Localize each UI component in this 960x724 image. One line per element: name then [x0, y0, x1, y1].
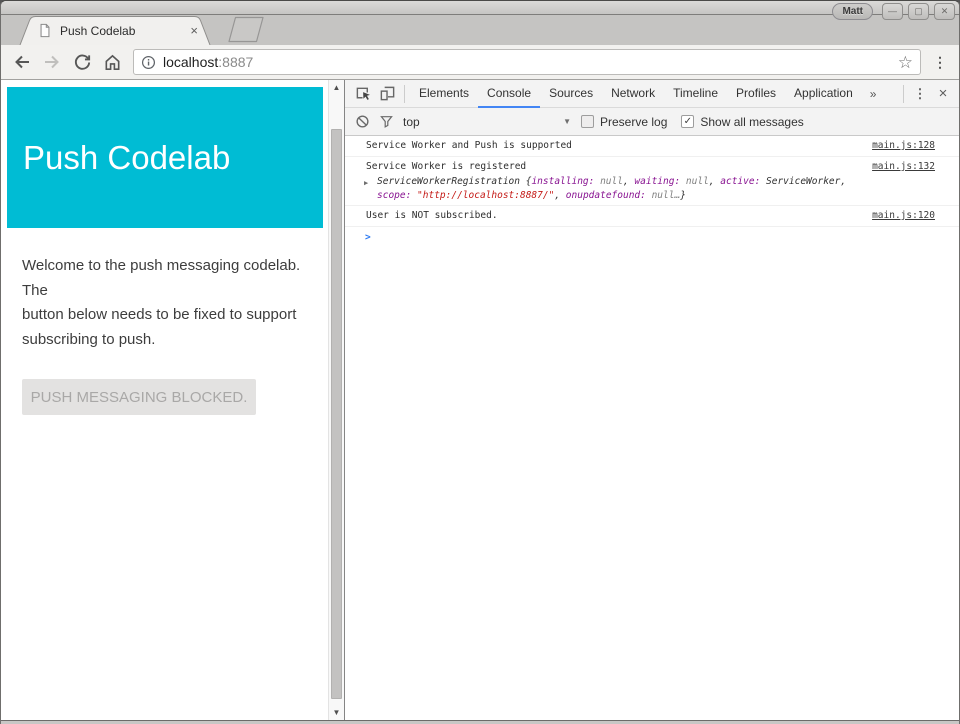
devtools-tab-sources[interactable]: Sources: [540, 80, 602, 108]
scrollbar-thumb[interactable]: [331, 129, 342, 699]
console-source-link[interactable]: main.js:120: [872, 209, 935, 223]
console-toolbar: top ▼ Preserve log ✓ Show all messages: [345, 108, 959, 136]
devtools-tabbar: ElementsConsoleSourcesNetworkTimelinePro…: [345, 80, 959, 108]
page-scrollbar[interactable]: ▲ ▼: [328, 80, 344, 720]
browser-window: Matt — ▢ ✕ Push Codelab ×: [0, 0, 960, 724]
bookmark-star-icon[interactable]: ☆: [898, 54, 913, 71]
window-controls: — ▢ ✕: [882, 3, 955, 20]
push-messaging-button[interactable]: PUSH MESSAGING BLOCKED.: [22, 379, 256, 415]
console-source-link[interactable]: main.js:132: [872, 160, 935, 174]
execution-context-selector[interactable]: top ▼: [403, 115, 571, 129]
object-preview-segment: installing:: [531, 176, 600, 187]
object-preview[interactable]: ▶ServiceWorkerRegistration {installing: …: [366, 175, 850, 202]
console-message-row: Service Worker is registered▶ServiceWork…: [345, 157, 959, 206]
console-message-list: Service Worker and Push is supported main…: [345, 136, 959, 227]
browser-toolbar: localhost :8887 ☆ ⋮: [1, 45, 959, 80]
console-pane[interactable]: Service Worker and Push is supported main…: [345, 136, 959, 720]
console-message-row: Service Worker and Push is supported main…: [345, 136, 959, 157]
inspect-element-icon[interactable]: [351, 82, 375, 106]
console-prompt-icon[interactable]: >: [345, 227, 959, 248]
devtools-tab-console[interactable]: Console: [478, 80, 540, 108]
page-header-banner: Push Codelab: [7, 87, 323, 228]
console-message-text: Service Worker is registered▶ServiceWork…: [366, 160, 860, 202]
toolbar-divider: [903, 85, 904, 103]
object-preview-segment: scope:: [377, 190, 417, 201]
devtools-tab-application[interactable]: Application: [785, 80, 862, 108]
checkbox-box[interactable]: [581, 115, 594, 128]
object-preview-segment: }: [680, 190, 686, 201]
minimize-button[interactable]: —: [882, 3, 903, 20]
new-tab-button[interactable]: [223, 16, 269, 43]
url-host: localhost: [163, 54, 218, 70]
devtools-tabbar-right: ⋮ ×: [898, 85, 955, 103]
window-content: Push Codelab Welcome to the push messagi…: [1, 80, 959, 720]
forward-button[interactable]: [39, 49, 65, 75]
address-bar[interactable]: localhost :8887 ☆: [133, 49, 921, 75]
browser-tab[interactable]: Push Codelab ×: [19, 16, 211, 45]
window-bottom-border: [1, 720, 959, 724]
checkbox-label: Preserve log: [600, 115, 667, 129]
devtools-tab-profiles[interactable]: Profiles: [727, 80, 785, 108]
expand-triangle-icon[interactable]: ▶: [364, 177, 368, 191]
clear-console-icon[interactable]: [355, 114, 370, 129]
devtools-panel: ElementsConsoleSourcesNetworkTimelinePro…: [344, 80, 959, 720]
filter-icon[interactable]: [380, 115, 393, 128]
object-preview-segment: waiting:: [634, 176, 685, 187]
scroll-up-icon[interactable]: ▲: [329, 83, 344, 92]
tab-content: Push Codelab ×: [19, 16, 211, 45]
devtools-menu-icon[interactable]: ⋮: [909, 86, 931, 102]
console-message-row: User is NOT subscribed. main.js:120: [345, 206, 959, 227]
back-button[interactable]: [9, 49, 35, 75]
page-doc-icon: [38, 23, 52, 38]
show-all-messages-checkbox[interactable]: ✓ Show all messages: [681, 115, 803, 129]
maximize-button[interactable]: ▢: [908, 3, 929, 20]
filter-checkboxes: Preserve log ✓ Show all messages: [581, 115, 804, 129]
titlebar: Matt — ▢ ✕: [1, 1, 959, 14]
url-port: :8887: [218, 54, 253, 70]
object-preview-segment: ,: [623, 176, 634, 187]
close-button[interactable]: ✕: [934, 3, 955, 20]
object-preview-segment: null…: [652, 190, 681, 201]
devtools-close-icon[interactable]: ×: [931, 85, 955, 102]
object-preview-segment: "http://localhost:8887/": [417, 190, 554, 201]
tab-title: Push Codelab: [60, 24, 182, 38]
chevron-down-icon: ▼: [563, 117, 571, 126]
home-button[interactable]: [99, 49, 125, 75]
page-info-icon[interactable]: [141, 55, 156, 70]
object-preview-segment: ServiceWorker,: [766, 176, 846, 187]
device-toolbar-icon[interactable]: [375, 82, 399, 106]
object-preview-segment: ,: [554, 190, 565, 201]
object-preview-segment: active:: [720, 176, 766, 187]
toolbar-divider: [404, 85, 405, 103]
devtools-tab-elements[interactable]: Elements: [410, 80, 478, 108]
console-source-link[interactable]: main.js:128: [872, 139, 935, 153]
devtools-tab-timeline[interactable]: Timeline: [664, 80, 727, 108]
object-preview-segment: null: [600, 176, 623, 187]
page-intro-text: Welcome to the push messaging codelab. T…: [22, 254, 314, 352]
reload-button[interactable]: [69, 49, 95, 75]
checkbox-label: Show all messages: [700, 115, 803, 129]
devtools-tab-network[interactable]: Network: [602, 80, 664, 108]
page-title: Push Codelab: [23, 139, 230, 176]
tab-strip: Push Codelab ×: [1, 14, 959, 45]
tab-close-icon[interactable]: ×: [190, 24, 198, 37]
console-message-text: Service Worker and Push is supported: [366, 139, 860, 153]
object-preview-segment: null: [686, 176, 709, 187]
context-label: top: [403, 115, 563, 129]
session-user-badge[interactable]: Matt: [832, 3, 873, 20]
browser-menu-icon[interactable]: ⋮: [929, 54, 951, 71]
checkbox-box[interactable]: ✓: [681, 115, 694, 128]
object-preview-segment: ServiceWorkerRegistration {: [377, 176, 531, 187]
scroll-down-icon[interactable]: ▼: [329, 708, 344, 717]
more-tabs-icon[interactable]: »: [862, 87, 885, 101]
console-message-text: User is NOT subscribed.: [366, 209, 860, 223]
devtools-tab-list: ElementsConsoleSourcesNetworkTimelinePro…: [410, 80, 862, 107]
object-preview-segment: onupdatefound:: [566, 190, 652, 201]
web-page: Push Codelab Welcome to the push messagi…: [1, 80, 328, 720]
object-preview-segment: ,: [709, 176, 720, 187]
preserve-log-checkbox[interactable]: Preserve log: [581, 115, 667, 129]
